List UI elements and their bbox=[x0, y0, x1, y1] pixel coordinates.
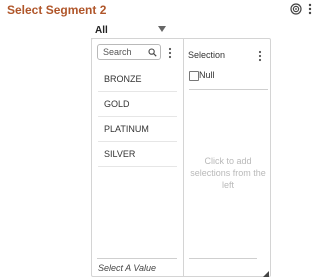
list-options-icon[interactable] bbox=[168, 47, 172, 59]
selection-header: Selection bbox=[188, 50, 226, 60]
list-item[interactable]: GOLD bbox=[98, 92, 177, 117]
resize-handle-icon[interactable] bbox=[263, 271, 269, 277]
segment-dropdown[interactable]: All bbox=[91, 22, 168, 39]
dropdown-value: All bbox=[95, 25, 108, 36]
panel-divider bbox=[183, 39, 184, 276]
list-item[interactable]: PLATINUM bbox=[98, 117, 177, 142]
caret-down-icon bbox=[158, 26, 166, 32]
null-checkbox[interactable] bbox=[189, 71, 199, 81]
selection-panel: BRONZE GOLD PLATINUM SILVER Select A Val… bbox=[91, 38, 271, 277]
kebab-menu-icon[interactable] bbox=[304, 3, 316, 15]
list-item[interactable]: BRONZE bbox=[98, 67, 177, 92]
page-title: Select Segment 2 bbox=[7, 3, 107, 17]
select-value-placeholder: Select A Value bbox=[98, 263, 157, 273]
value-list: BRONZE GOLD PLATINUM SILVER bbox=[98, 67, 177, 167]
search-icon[interactable] bbox=[148, 48, 157, 57]
null-label: Null bbox=[199, 70, 215, 80]
divider bbox=[97, 258, 177, 259]
list-item[interactable]: SILVER bbox=[98, 142, 177, 167]
target-icon[interactable] bbox=[290, 3, 302, 15]
divider bbox=[189, 258, 257, 259]
divider bbox=[189, 89, 268, 90]
selection-options-icon[interactable] bbox=[258, 50, 262, 62]
empty-selection-message: Click to add selections from the left bbox=[190, 156, 266, 190]
